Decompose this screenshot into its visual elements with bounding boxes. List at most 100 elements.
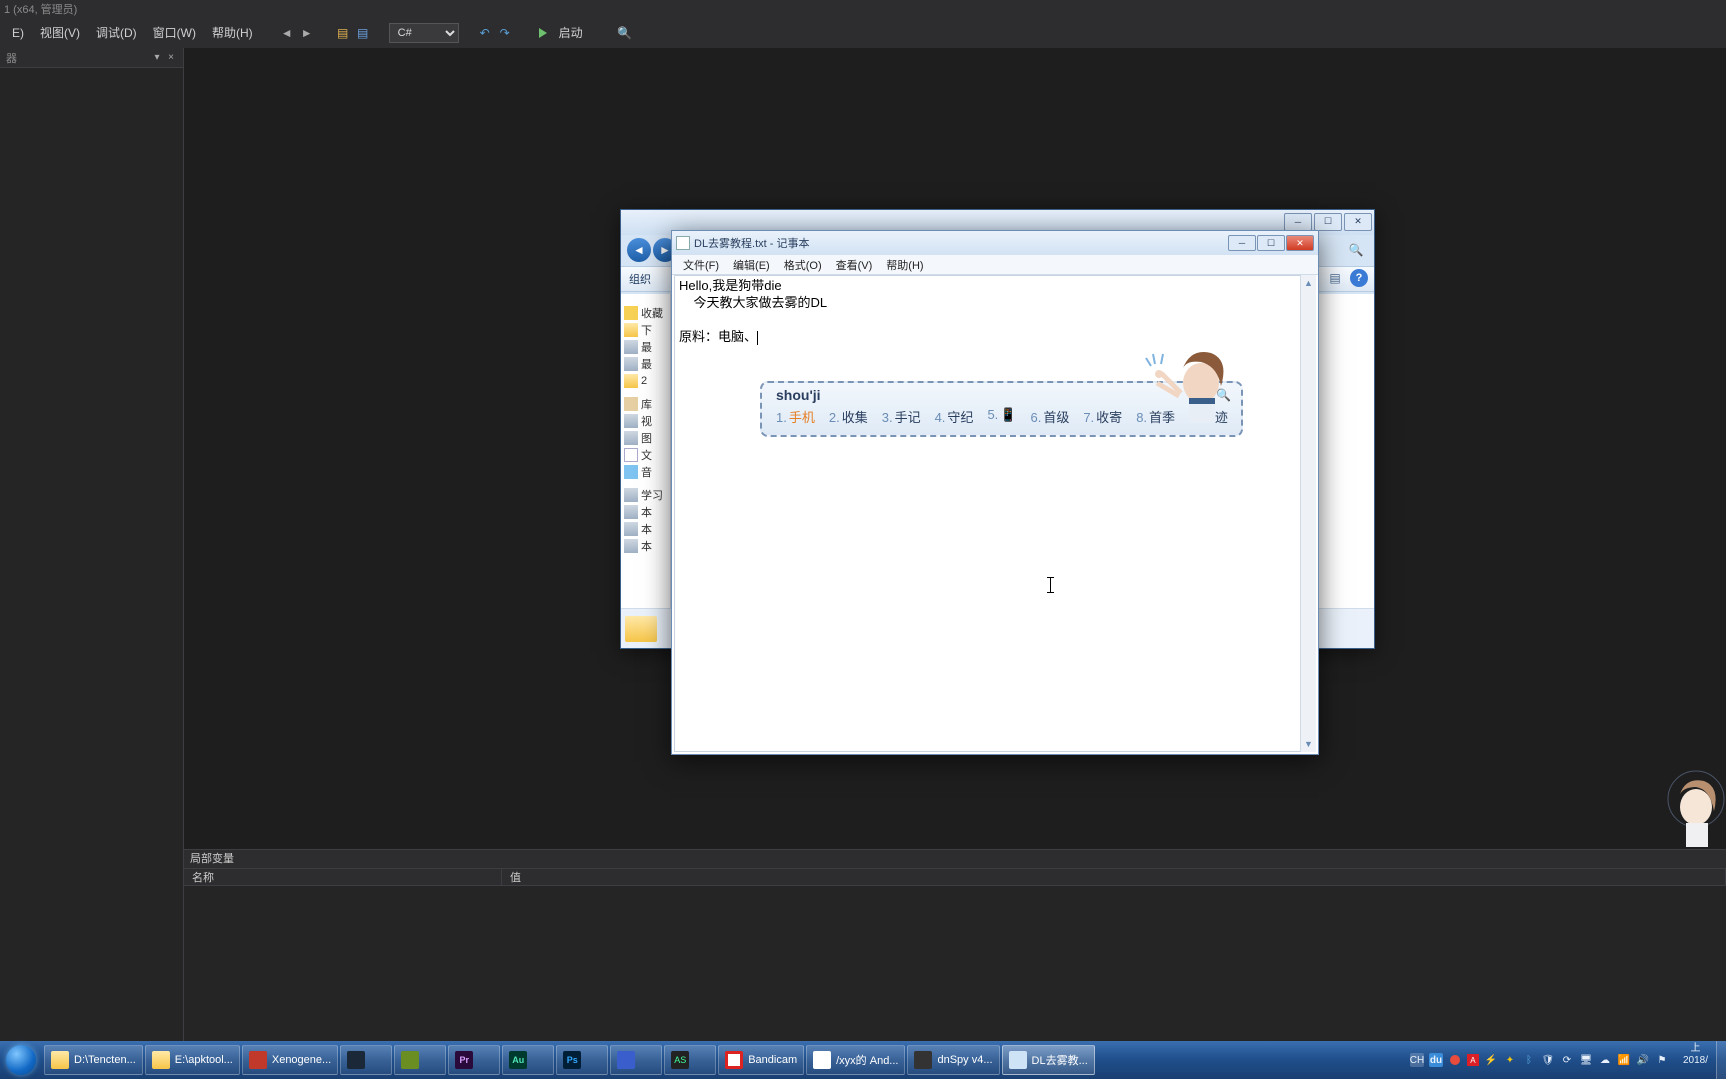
scroll-down-icon[interactable]: ▼ [1301,736,1316,752]
picture-icon [624,431,638,445]
save-all-icon[interactable]: ▤ [353,23,373,43]
tree-item[interactable]: 本 [641,521,652,537]
menu-item[interactable]: 帮助(H) [204,21,261,44]
language-select[interactable]: C# [389,23,459,43]
tree-item[interactable]: 本 [641,504,652,520]
organize-button[interactable]: 组织 [629,271,651,287]
scrollbar[interactable]: ▲ ▼ [1300,275,1316,752]
sync-icon[interactable]: ⟳ [1560,1053,1574,1067]
taskbar-item[interactable]: /xyx的 And... [806,1045,905,1075]
menu-help[interactable]: 帮助(H) [879,255,930,275]
taskbar-clock[interactable]: 上 2018/ [1675,1041,1716,1079]
show-desktop-button[interactable] [1716,1041,1726,1079]
signal-icon[interactable]: 📶 [1617,1053,1631,1067]
menu-item[interactable]: 视图(V) [32,21,88,44]
tree-item[interactable]: 视 [641,413,652,429]
video-icon [624,414,638,428]
open-folder-icon[interactable]: ▤ [333,23,353,43]
menu-format[interactable]: 格式(O) [777,255,829,275]
redo-icon[interactable]: ↷ [495,23,515,43]
notepad-titlebar[interactable]: DL去雾教程.txt - 记事本 ─ ☐ ✕ [672,231,1318,255]
monitor-icon[interactable]: 🖥 [1579,1053,1593,1067]
baidu-ime-icon[interactable]: du [1429,1053,1443,1067]
taskbar-item[interactable]: DL去雾教... [1002,1045,1095,1075]
taskbar-tasks: D:\Tencten...E:\apktool...Xenogene...PrA… [42,1041,1404,1079]
tree-item[interactable]: 2 [641,375,647,387]
taskbar-item[interactable]: Bandicam [718,1045,804,1075]
notepad-editor[interactable]: Hello,我是狗带die 今天教大家做去雾的DL 原料：电脑、 [674,275,1316,752]
maximize-icon[interactable]: ☐ [1314,213,1342,231]
panel-close-icon[interactable]: × [165,52,177,64]
tree-item[interactable]: 音 [641,464,652,480]
taskbar-item[interactable] [610,1045,662,1075]
desktop-mascot[interactable] [1646,759,1726,859]
folder-icon [625,616,657,642]
explorer-tree[interactable]: 收藏 下 最 最 2 库 视 图 文 音 学习 本 本 本 [621,294,671,608]
tree-item[interactable]: 最 [641,356,652,372]
folder-icon [624,323,638,337]
maximize-icon[interactable]: ☐ [1257,235,1285,251]
taskbar-item[interactable] [340,1045,392,1075]
record-icon[interactable] [1448,1053,1462,1067]
adobe-icon[interactable]: A [1467,1054,1479,1066]
col-value[interactable]: 值 [502,869,1726,885]
start-button[interactable] [0,1041,42,1079]
panel-dropdown-icon[interactable]: ▾ [151,52,163,64]
back-icon[interactable]: ◄ [627,238,651,262]
taskbar-item[interactable]: dnSpy v4... [907,1045,999,1075]
tree-item[interactable]: 图 [641,430,652,446]
scroll-up-icon[interactable]: ▲ [1301,275,1316,291]
tree-label[interactable]: 学习 [641,487,663,503]
nav-back-icon[interactable]: ◄ [277,23,297,43]
taskbar-item[interactable]: AS [664,1045,716,1075]
notepad-window[interactable]: DL去雾教程.txt - 记事本 ─ ☐ ✕ 文件(F) 编辑(E) 格式(O)… [671,230,1319,755]
tree-label[interactable]: 收藏 [641,305,663,321]
minimize-icon[interactable]: ─ [1284,213,1312,231]
taskbar-item[interactable]: Ps [556,1045,608,1075]
menu-item[interactable]: E) [4,23,32,43]
taskbar-item[interactable]: D:\Tencten... [44,1045,143,1075]
close-icon[interactable]: ✕ [1286,235,1314,251]
taskbar-item[interactable]: Pr [448,1045,500,1075]
menu-edit[interactable]: 编辑(E) [726,255,777,275]
taskbar-item-label: Xenogene... [272,1054,331,1066]
dnspy-icon [914,1051,932,1069]
start-debug-button[interactable]: 启动 [531,21,599,44]
tree-item[interactable]: 下 [641,322,652,338]
spark-icon[interactable]: ✦ [1503,1053,1517,1067]
ime-lang-indicator[interactable]: CH [1410,1053,1424,1067]
taskbar-item[interactable] [394,1045,446,1075]
tree-label[interactable]: 库 [641,396,652,412]
menu-view[interactable]: 查看(V) [829,255,880,275]
view-icon[interactable]: ▤ [1326,269,1344,287]
drive-icon [624,522,638,536]
bluetooth-icon[interactable]: ᛒ [1522,1053,1536,1067]
close-icon[interactable]: ✕ [1344,213,1372,231]
drive-icon [624,539,638,553]
volume-icon[interactable]: 🔊 [1636,1053,1650,1067]
minimize-icon[interactable]: ─ [1228,235,1256,251]
taskbar-item[interactable]: E:\apktool... [145,1045,240,1075]
tree-item[interactable]: 本 [641,538,652,554]
xunlei-icon[interactable]: ⚡ [1484,1053,1498,1067]
tree-item[interactable]: 最 [641,339,652,355]
menu-item[interactable]: 窗口(W) [145,21,204,44]
help-icon[interactable]: ? [1350,269,1368,287]
search-icon[interactable]: 🔍 [615,23,635,43]
menu-file[interactable]: 文件(F) [676,255,726,275]
taskbar-item[interactable]: Au [502,1045,554,1075]
undo-icon[interactable]: ↶ [475,23,495,43]
system-tray: CH du A ⚡ ✦ ᛒ 🛡 ⟳ 🖥 ☁ 📶 🔊 ⚑ [1404,1041,1675,1079]
nav-forward-icon[interactable]: ► [297,23,317,43]
col-name[interactable]: 名称 [184,869,502,885]
netease-icon [249,1051,267,1069]
flag-icon[interactable]: ⚑ [1655,1053,1669,1067]
search-icon[interactable]: 🔍 [1344,240,1368,260]
menu-item[interactable]: 调试(D) [88,21,145,44]
cloud-icon[interactable]: ☁ [1598,1053,1612,1067]
tree-item[interactable]: 文 [641,447,652,463]
taskbar-item[interactable]: Xenogene... [242,1045,338,1075]
steam-icon [347,1051,365,1069]
locals-tab[interactable]: 局部变量 [184,850,1726,868]
shield-icon[interactable]: 🛡 [1541,1053,1555,1067]
